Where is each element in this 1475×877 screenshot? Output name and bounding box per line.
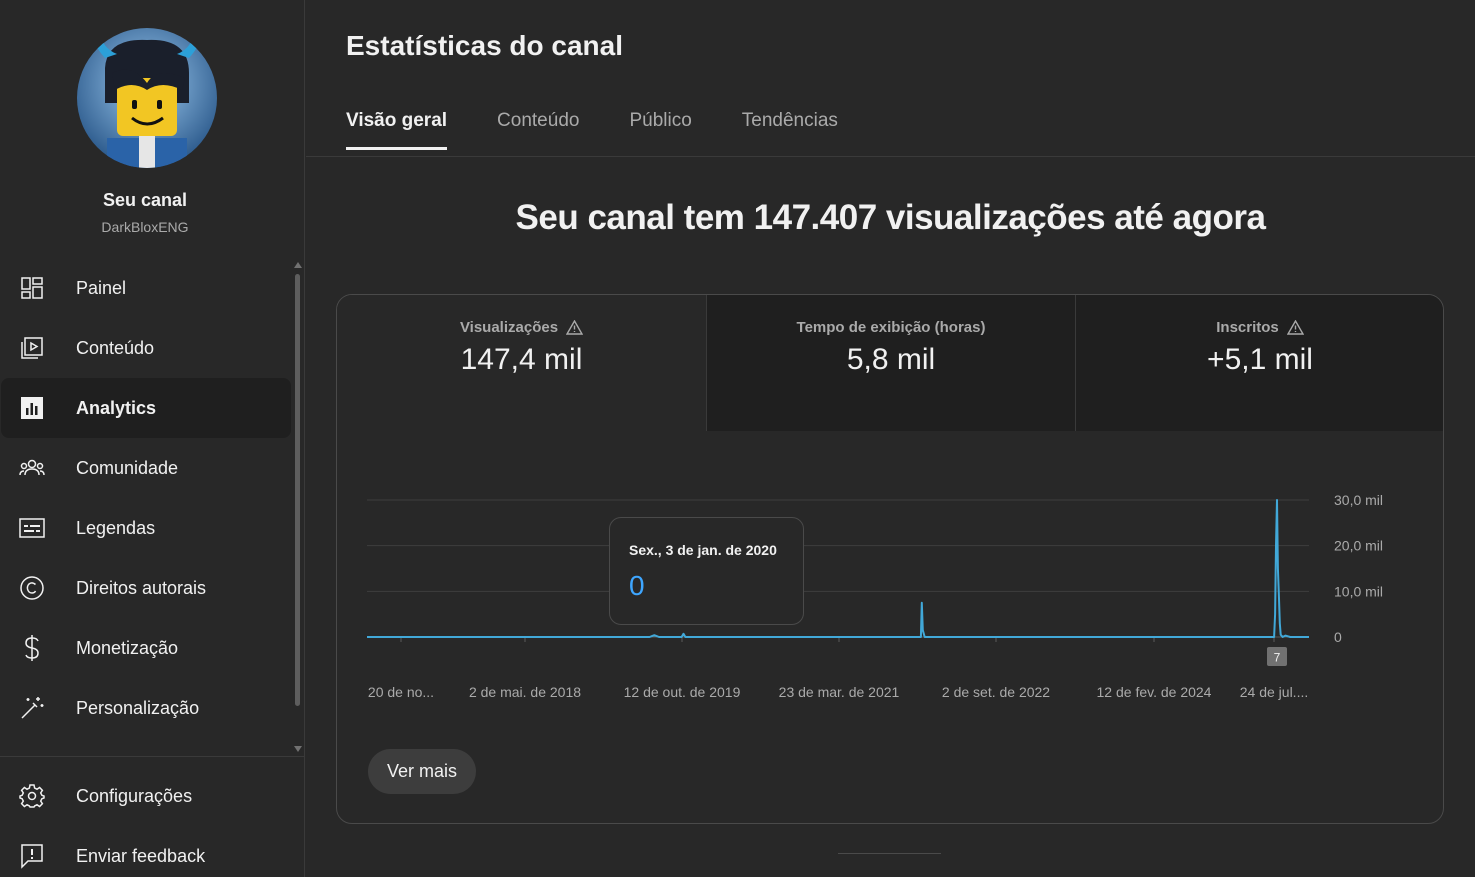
dollar-icon <box>18 634 46 662</box>
sidebar-item-configuracoes[interactable]: Configurações <box>1 766 291 826</box>
channel-label: Seu canal <box>102 190 188 210</box>
sidebar-bottom-nav: Configurações Enviar feedback <box>0 766 305 877</box>
sidebar-item-label: Legendas <box>76 517 156 538</box>
ver-mais-button[interactable]: Ver mais <box>368 749 476 794</box>
y-tick-label: 30,0 mil <box>1334 492 1383 508</box>
x-tick-label: 12 de out. de 2019 <box>624 684 741 700</box>
tabs-divider <box>306 156 1475 157</box>
avatar[interactable] <box>77 28 217 168</box>
y-tick-label: 20,0 mil <box>1334 538 1383 554</box>
y-tick-label: 10,0 mil <box>1334 583 1383 599</box>
y-tick-label: 0 <box>1334 629 1342 645</box>
metric-label: Tempo de exibição (horas) <box>796 319 986 336</box>
x-tick-label: 24 de jul.... <box>1240 684 1309 700</box>
sidebar-item-enviar-feedback[interactable]: Enviar feedback <box>1 826 291 877</box>
x-tick-label: 12 de fev. de 2024 <box>1097 684 1212 700</box>
scroll-thumb[interactable] <box>295 274 300 706</box>
main-content: Estatísticas do canal Visão geral Conteú… <box>306 0 1475 877</box>
metric-value: 147,4 mil <box>460 343 583 376</box>
sidebar: Seu canal DarkBloxENG Painel Conteúdo An… <box>0 0 305 877</box>
sidebar-scrollbar[interactable] <box>293 262 303 752</box>
tab-publico[interactable]: Público <box>629 110 691 150</box>
metric-label-row: Visualizações <box>337 319 706 336</box>
metric-label: Inscritos <box>1216 319 1279 336</box>
sidebar-nav: Painel Conteúdo Analytics Comunidade Leg… <box>0 258 305 738</box>
warning-icon[interactable] <box>566 320 584 335</box>
community-icon <box>18 454 46 482</box>
sidebar-item-label: Configurações <box>76 785 193 806</box>
tab-tendencias[interactable]: Tendências <box>742 110 838 150</box>
sidebar-item-personalizacao[interactable]: Personalização <box>1 678 291 738</box>
sidebar-item-conteudo[interactable]: Conteúdo <box>1 318 291 378</box>
x-tick-label: 20 de no... <box>368 684 434 700</box>
sidebar-item-label: Enviar feedback <box>76 845 206 866</box>
chart-tooltip: Sex., 3 de jan. de 2020 0 <box>609 517 804 625</box>
sidebar-item-label: Monetização <box>76 637 179 658</box>
sidebar-item-comunidade[interactable]: Comunidade <box>1 438 291 498</box>
sidebar-item-label: Comunidade <box>76 457 179 478</box>
subtitles-icon <box>18 514 46 542</box>
metric-inscritos[interactable]: Inscritos +5,1 mil <box>1075 295 1443 431</box>
sidebar-item-direitos-autorais[interactable]: Direitos autorais <box>1 558 291 618</box>
metric-visualizacoes[interactable]: Visualizações 147,4 mil <box>337 295 706 431</box>
gear-icon <box>18 782 46 810</box>
sidebar-item-label: Painel <box>76 277 127 298</box>
event-marker-label: 7 <box>1274 651 1281 665</box>
sidebar-item-label: Personalização <box>76 697 200 718</box>
views-series-line <box>367 499 1309 638</box>
sidebar-divider <box>0 756 305 757</box>
tab-bar: Visão geral Conteúdo Público Tendências <box>346 110 888 150</box>
warning-icon[interactable] <box>1286 320 1304 335</box>
x-tick-label: 2 de set. de 2022 <box>942 684 1050 700</box>
tooltip-date: Sex., 3 de jan. de 2020 <box>629 542 777 558</box>
sidebar-item-painel[interactable]: Painel <box>1 258 291 318</box>
channel-handle: DarkBloxENG <box>101 219 189 235</box>
sidebar-item-label: Direitos autorais <box>76 577 207 598</box>
dashboard-icon <box>18 274 46 302</box>
metric-label-row: Tempo de exibição (horas) <box>707 319 1075 336</box>
feedback-icon <box>18 842 46 870</box>
sidebar-item-analytics[interactable]: Analytics <box>1 378 291 438</box>
tab-visao-geral[interactable]: Visão geral <box>346 110 448 150</box>
page-title: Estatísticas do canal <box>346 30 624 61</box>
sidebar-item-monetizacao[interactable]: Monetização <box>1 618 291 678</box>
copyright-icon <box>18 574 46 602</box>
magic-wand-icon <box>18 694 46 722</box>
sidebar-item-legendas[interactable]: Legendas <box>1 498 291 558</box>
views-line-chart[interactable]: 30,0 mil 20,0 mil 10,0 mil 0 20 de no... 2 de… <box>337 455 1444 715</box>
metric-tabs: Visualizações 147,4 mil Tempo de exibiçã… <box>337 295 1443 431</box>
scroll-down-arrow-icon[interactable] <box>294 746 302 752</box>
scroll-up-arrow-icon[interactable] <box>294 262 302 268</box>
metric-value: +5,1 mil <box>1207 343 1313 376</box>
tab-conteudo[interactable]: Conteúdo <box>497 110 579 150</box>
metric-tempo-exibicao[interactable]: Tempo de exibição (horas) 5,8 mil <box>706 295 1075 431</box>
content-icon <box>18 334 46 362</box>
tooltip-value: 0 <box>629 570 645 601</box>
section-divider <box>838 853 941 854</box>
metric-value: 5,8 mil <box>846 343 936 376</box>
x-tick-label: 23 de mar. de 2021 <box>779 684 900 700</box>
metric-label: Visualizações <box>459 319 559 336</box>
sidebar-item-label: Analytics <box>76 397 157 418</box>
analytics-card: Visualizações 147,4 mil Tempo de exibiçã… <box>336 294 1444 824</box>
metric-label-row: Inscritos <box>1076 319 1443 336</box>
x-tick-label: 2 de mai. de 2018 <box>469 684 581 700</box>
analytics-icon <box>18 394 46 422</box>
headline: Seu canal tem 147.407 visualizações até … <box>515 198 1266 237</box>
sidebar-item-label: Conteúdo <box>76 337 155 358</box>
